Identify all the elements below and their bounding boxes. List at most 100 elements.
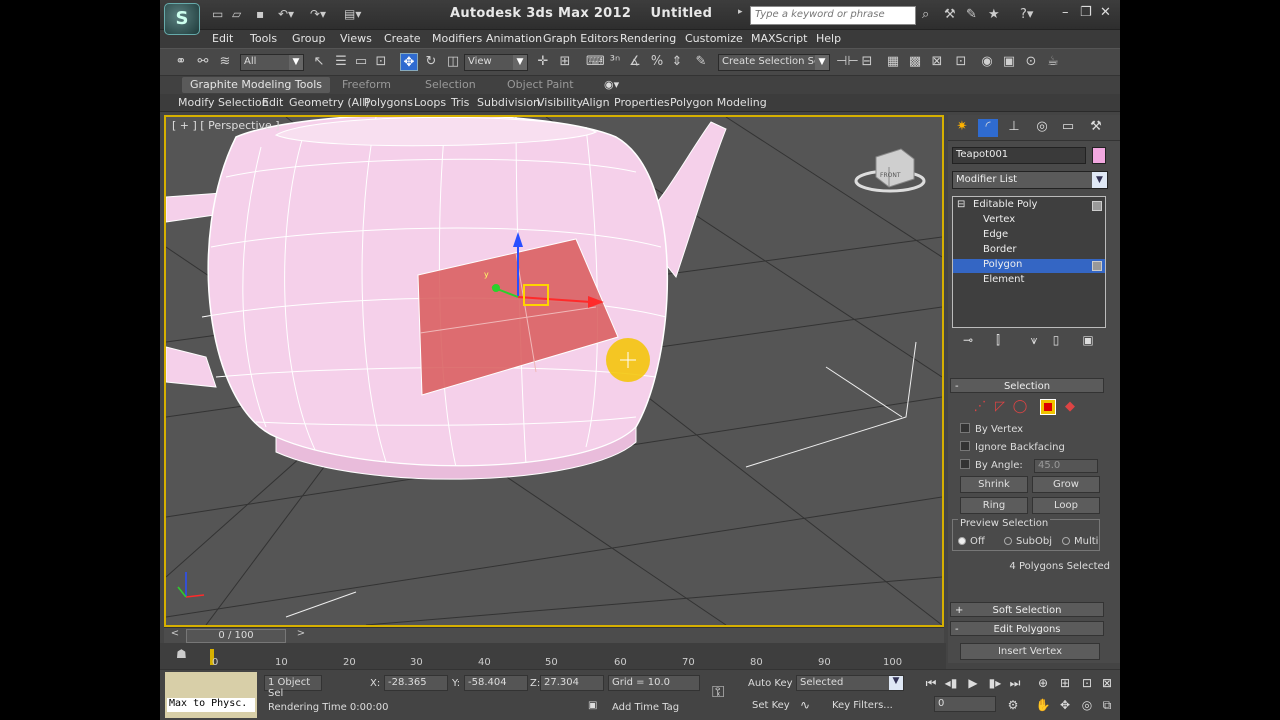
shrink-button[interactable]: Shrink [960,476,1028,493]
snap-toggle-icon[interactable]: ³ⁿ [606,53,624,71]
key-mode-dropdown[interactable]: Selected ▼ [796,675,904,691]
angle-spinner[interactable]: 45.0 [1034,459,1098,473]
key-tangent-icon[interactable]: ∿ [800,698,810,712]
ribbon-options-icon[interactable]: ◉▾ [596,77,627,93]
menu-maxscript[interactable]: MAXScript [751,32,807,45]
zoom-icon[interactable]: ⊕ [1034,676,1052,694]
go-to-end-icon[interactable]: ⏭ [1006,676,1024,694]
time-config-icon[interactable]: ⚙ [1004,698,1022,716]
selection-filter-dropdown[interactable]: All ▼ [240,54,304,71]
next-frame-icon[interactable]: > [294,628,308,643]
tab-object-paint[interactable]: Object Paint [499,77,582,93]
rendered-frame-icon[interactable]: ⊙ [1022,53,1040,71]
time-slider[interactable]: < 0 / 100 > [164,627,944,643]
set-key-button[interactable]: Set Key [752,700,790,711]
communication-icon[interactable]: ✎ [966,7,977,22]
render-production-icon[interactable]: ☕ [1044,53,1062,71]
next-key-icon[interactable]: ▮▸ [986,676,1004,694]
schematic-view-icon[interactable]: ⊡ [952,53,970,71]
add-time-tag-button[interactable]: Add Time Tag [612,702,679,713]
hierarchy-tab-icon[interactable]: ⊥ [1004,119,1024,137]
viewport-label[interactable]: [ + ] [ Perspective ] [172,119,280,132]
display-tab-icon[interactable]: ▭ [1058,119,1078,137]
menu-graph-editors[interactable]: Graph Editors [543,32,619,45]
select-object-icon[interactable]: ↖ [310,53,328,71]
search-input[interactable]: Type a keyword or phrase [750,6,916,25]
y-coordinate-field[interactable]: -58.404 [464,675,528,691]
maxscript-listener[interactable]: Max to Physc. [165,672,257,718]
modifier-list-dropdown[interactable]: Modifier List ▼ [952,171,1108,189]
x-coordinate-field[interactable]: -28.365 [384,675,448,691]
go-to-start-icon[interactable]: ⏮ [922,676,940,694]
soft-selection-rollout-title[interactable]: + Soft Selection [950,602,1104,617]
binoculars-icon[interactable]: ⌕ [922,7,929,22]
menu-rendering[interactable]: Rendering [620,32,676,45]
ribbon-tris[interactable]: Tris [451,96,469,109]
render-setup-icon[interactable]: ▣ [1000,53,1018,71]
orbit-icon[interactable]: ◎ [1078,698,1096,716]
menu-views[interactable]: Views [340,32,372,45]
ribbon-polygon-modeling[interactable]: Polygon Modeling [670,96,767,109]
z-coordinate-field[interactable]: 27.304 [540,675,604,691]
angle-snap-icon[interactable]: ∡ [626,53,644,71]
prev-frame-icon[interactable]: < [168,628,182,643]
curve-editor-icon[interactable]: ⊠ [928,53,946,71]
redo-icon[interactable]: ↷▾ [310,7,326,21]
teapot-handle-bottom[interactable] [166,346,217,388]
time-tag-icon[interactable]: ▣ [588,700,597,711]
ribbon-properties[interactable]: Properties [614,96,670,109]
utilities-tab-icon[interactable]: ⚒ [1086,119,1106,137]
key-filters-button[interactable]: Key Filters... [832,700,893,711]
stack-item-edge[interactable]: Edge [953,229,1105,243]
tab-freeform[interactable]: Freeform [334,77,399,93]
menu-animation[interactable]: Animation [486,32,542,45]
preview-subobj-radio[interactable]: SubObj [1004,536,1052,547]
keyboard-shortcut-icon[interactable]: ⌨ [586,53,605,71]
project-folder-icon[interactable]: ▤▾ [344,7,361,21]
ribbon-subdivision[interactable]: Subdivision [477,96,540,109]
graphite-toggle-icon[interactable]: ▩ [906,53,924,71]
zoom-extents-all-icon[interactable]: ⊠ [1098,676,1116,694]
ribbon-modify-selection[interactable]: Modify Selection [178,96,269,109]
tab-graphite-modeling-tools[interactable]: Graphite Modeling Tools [182,77,331,93]
ribbon-edit[interactable]: Edit [262,96,283,109]
stack-item-polygon[interactable]: Polygon [953,259,1105,273]
loop-button[interactable]: Loop [1032,497,1100,514]
stack-item-element[interactable]: Element [953,274,1105,288]
ring-button[interactable]: Ring [960,497,1028,514]
search-expand-icon[interactable]: ▸ [738,7,743,17]
menu-tools[interactable]: Tools [250,32,277,45]
ribbon-align[interactable]: Align [582,96,610,109]
maximize-viewport-icon[interactable]: ⧉ [1098,698,1116,716]
stack-toggle-icon[interactable] [1092,201,1102,211]
menu-group[interactable]: Group [292,32,326,45]
menu-modifiers[interactable]: Modifiers [432,32,482,45]
perspective-viewport[interactable]: [ + ] [ Perspective ] y FRONT [164,115,944,627]
object-color-swatch[interactable] [1092,147,1106,164]
preview-multi-radio[interactable]: Multi [1062,536,1098,547]
show-end-result-icon[interactable]: ⫿ [990,333,1006,349]
play-icon[interactable]: ▶ [964,676,982,694]
edge-mode-icon[interactable]: ◸ [992,399,1008,415]
pivot-center-icon[interactable]: ✛ [534,53,552,71]
select-by-name-icon[interactable]: ☰ [332,53,350,71]
stack-item-border[interactable]: Border [953,244,1105,258]
reference-coordinate-dropdown[interactable]: View ▼ [464,54,528,71]
prev-key-icon[interactable]: ◂▮ [942,676,960,694]
stack-item-editable-poly[interactable]: ⊟ Editable Poly [953,199,1105,213]
pin-stack-icon[interactable]: ⊸ [960,333,976,349]
close-icon[interactable]: ✕ [1100,5,1111,20]
app-logo-icon[interactable]: S [164,3,200,35]
ribbon-polygons[interactable]: Polygons [364,96,413,109]
tab-selection[interactable]: Selection [417,77,484,93]
create-tab-icon[interactable]: ✷ [952,119,972,137]
undo-icon[interactable]: ↶▾ [278,7,294,21]
key-icon[interactable]: ⚿ [712,682,724,702]
element-mode-icon[interactable]: ◆ [1062,399,1078,415]
configure-sets-icon[interactable]: ▣ [1080,333,1096,349]
edit-polygons-rollout-title[interactable]: - Edit Polygons [950,621,1104,636]
select-move-icon[interactable]: ✥ [400,53,418,71]
maxscript-input[interactable]: Max to Physc. [167,698,255,712]
align-icon[interactable]: ⊟ [858,53,876,71]
select-scale-icon[interactable]: ◫ [444,53,462,71]
